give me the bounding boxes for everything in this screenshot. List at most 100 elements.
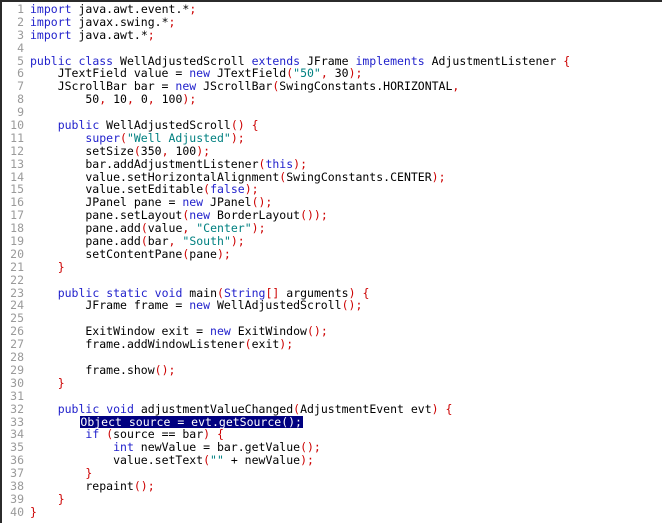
token-kw: new (182, 195, 204, 210)
token-pun: [] (265, 285, 280, 300)
token-id: value (30, 169, 121, 184)
token-pun: } (57, 259, 65, 274)
token-id: pane (30, 208, 114, 223)
code-lines-container[interactable]: 1 import java.awt.event.*; 2 import javax.s… (2, 2, 662, 523)
token-kw: public (57, 118, 100, 133)
token-pun: ) (431, 401, 439, 416)
code-line-text: JFrame frame = new WellAdjustedScroll(); (30, 299, 362, 312)
code-line-text: 50, 10, 0, 100); (30, 93, 196, 106)
token-id: 350 (140, 143, 162, 158)
token-id: HORIZONTAL (383, 79, 453, 94)
token-id: setEditable (126, 182, 204, 197)
token-pun: ( (203, 453, 211, 468)
token-id: awt (113, 2, 134, 16)
token-pun: ); (244, 182, 259, 197)
line-number: 39 (10, 491, 24, 506)
token-pun: ( (133, 143, 141, 158)
token-pun: , (452, 79, 460, 94)
token-id (30, 402, 58, 416)
token-id: AdjustmentListener (424, 53, 564, 68)
token-id: 100 (154, 92, 183, 107)
token-pun: (); (306, 324, 328, 339)
token-id: . (120, 169, 127, 184)
token-id (439, 402, 446, 416)
token-id: pane (30, 221, 114, 236)
token-id: WellAdjustedScroll (99, 118, 231, 133)
token-id (148, 286, 155, 300)
line-number: 31 (10, 388, 24, 403)
token-id: getSource (218, 414, 282, 429)
token-id: . (113, 208, 121, 223)
code-line[interactable]: 27 frame.addWindowListener(exit); (2, 338, 662, 351)
token-id: ExitWindow exit = (30, 324, 211, 339)
code-line[interactable]: 38 repaint(); (2, 480, 662, 493)
code-line[interactable]: 8 50, 10, 0, 100); (2, 93, 662, 106)
token-kw: extends (251, 53, 301, 68)
token-kw: if (85, 427, 100, 442)
token-id: . (113, 234, 121, 249)
token-id (30, 260, 58, 274)
token-id (30, 131, 85, 145)
code-line[interactable]: 30 } (2, 376, 662, 390)
token-pun: ); (230, 234, 245, 249)
code-line[interactable]: 3 import java.awt.*; (2, 27, 662, 42)
code-line-text: import java.awt.*; (30, 27, 155, 42)
token-id: newValue = bar (133, 440, 238, 455)
line-number: 22 (10, 272, 24, 287)
token-kw: this (265, 156, 294, 171)
line-number: 12 (10, 143, 24, 158)
line-number: 32 (10, 401, 24, 416)
token-id: .* (154, 14, 169, 29)
token-pun: , (320, 66, 328, 81)
token-id: CENTER (390, 169, 432, 184)
token-pun: ; (147, 27, 155, 42)
code-line[interactable]: 29 frame.show(); (2, 362, 662, 377)
token-pun: (); (300, 440, 321, 455)
token-id: . (147, 453, 155, 468)
token-id: arguments (279, 285, 349, 300)
line-number: 29 (10, 362, 24, 377)
token-id: setHorizontalAlignment (126, 169, 280, 184)
token-kw: false (210, 182, 245, 197)
token-pun: { (445, 401, 453, 416)
code-editor[interactable]: 1 import java.awt.event.*; 2 import javax.s… (0, 0, 662, 523)
token-id: ExitWindow (230, 324, 307, 339)
code-line-text: } (30, 259, 65, 274)
token-id: show (126, 362, 155, 377)
token-id (210, 427, 217, 441)
token-kw: new (210, 324, 231, 339)
token-kw: public (30, 53, 72, 68)
token-id: value (30, 182, 121, 197)
token-id: . (113, 14, 121, 29)
token-id: setLayout (120, 208, 183, 223)
token-id: JPanel pane = (30, 195, 183, 210)
token-pun: (); (251, 195, 273, 210)
token-id: value (147, 221, 183, 236)
code-line[interactable]: 24 JFrame frame = new WellAdjustedScroll… (2, 299, 662, 312)
token-id (30, 440, 113, 454)
token-id: . (120, 337, 127, 352)
code-line[interactable]: 20 setContentPane(pane); (2, 246, 662, 261)
token-kw: new (175, 79, 197, 94)
token-pun: , (126, 92, 134, 107)
token-id: . (237, 440, 245, 455)
code-line[interactable]: 21 } (2, 259, 662, 274)
line-number: 20 (10, 246, 24, 261)
code-line[interactable]: 36 value.setText("" + newValue); (2, 454, 662, 467)
token-id: java (71, 27, 107, 42)
token-id: addAdjustmentListener (113, 156, 259, 171)
token-id: bar (147, 234, 169, 249)
token-id: 10 (106, 92, 127, 107)
token-id: 30 (327, 66, 349, 81)
token-id: javax (71, 14, 114, 29)
token-pun: { (362, 285, 370, 300)
token-pun: ); (431, 169, 446, 184)
token-id: 0 (133, 92, 148, 107)
token-pun: , (147, 92, 155, 107)
token-kw: import (30, 2, 72, 16)
token-pun: ( (244, 337, 252, 352)
code-line[interactable]: 40} (2, 505, 662, 519)
code-line[interactable]: 39 } (2, 491, 662, 506)
token-pun: ( (217, 285, 224, 300)
line-number: 4 (17, 40, 24, 55)
